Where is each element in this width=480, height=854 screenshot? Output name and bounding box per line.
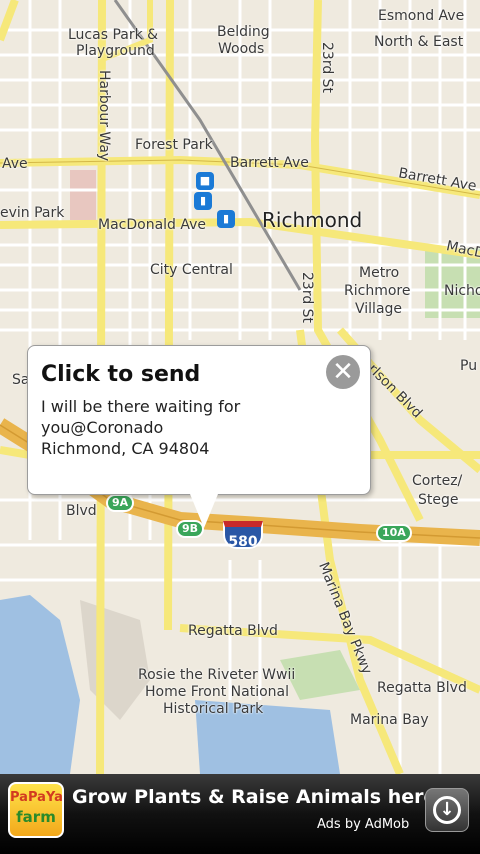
download-icon: ↓ [433, 796, 461, 824]
map-label: MacDonald Ave [98, 217, 207, 233]
train-icon[interactable]: ▮ [194, 192, 212, 210]
map-label: Esmond Ave [378, 8, 465, 24]
interstate-580-shield: 580 [223, 521, 263, 550]
map-label: Metro [359, 265, 400, 281]
map-label: Playground [76, 43, 155, 59]
map-label: City Central [150, 262, 233, 278]
map-label: Barrett Ave [230, 155, 309, 171]
close-icon[interactable]: ✕ [326, 355, 360, 389]
map-label: Blvd [66, 503, 97, 519]
map-label: 23rd St [319, 42, 335, 94]
download-button[interactable]: ↓ [425, 788, 469, 832]
map-label: North & East [374, 34, 464, 50]
map-label: Pu [460, 358, 478, 374]
map-label: Nicho [444, 283, 480, 299]
map-label-city: Richmond [262, 208, 363, 232]
map-label: 23rd St [299, 272, 315, 324]
bubble-pointer [190, 494, 218, 528]
ad-logo-text: farm [16, 808, 56, 826]
bubble-address[interactable]: I will be there waiting for you@Coronado… [41, 396, 240, 459]
exit-shield-10a: 10A [376, 524, 412, 542]
ad-title[interactable]: Grow Plants & Raise Animals here! [72, 786, 445, 808]
map-label: Harbour Way [96, 70, 112, 162]
map-label: Home Front National [145, 684, 289, 700]
map-label: Belding [217, 24, 270, 40]
map-view[interactable]: Esmond Ave North & East Lucas Park & Pla… [0, 0, 480, 774]
map-label: Lucas Park & [68, 27, 159, 43]
map-label: Historical Park [163, 701, 264, 717]
map-label: Woods [218, 41, 265, 57]
map-label: Stege [418, 492, 459, 508]
map-label: Forest Park [135, 137, 213, 153]
ad-app-logo[interactable]: PaPaYa farm [8, 782, 64, 838]
map-label: Ave [2, 156, 28, 172]
bus-icon[interactable]: ■ [196, 172, 214, 190]
map-label: Rosie the Riveter Wwii [138, 667, 296, 683]
ad-banner[interactable]: PaPaYa farm Grow Plants & Raise Animals … [0, 774, 480, 854]
ad-attribution: Ads by AdMob [317, 817, 410, 832]
bubble-title[interactable]: Click to send [41, 362, 200, 387]
ad-logo-text: PaPaYa [10, 790, 63, 805]
map-label: Regatta Blvd [377, 680, 467, 696]
map-label: evin Park [0, 205, 65, 221]
map-label: Village [355, 301, 403, 317]
train-icon[interactable]: ▮ [217, 210, 235, 228]
map-label: Richmore [344, 283, 411, 299]
map-label: Cortez/ [412, 473, 463, 489]
map-label: Regatta Blvd [188, 623, 278, 639]
map-label: Marina Bay [350, 712, 429, 728]
exit-shield-9a: 9A [106, 494, 135, 512]
info-bubble[interactable]: Click to send I will be there waiting fo… [27, 345, 371, 528]
